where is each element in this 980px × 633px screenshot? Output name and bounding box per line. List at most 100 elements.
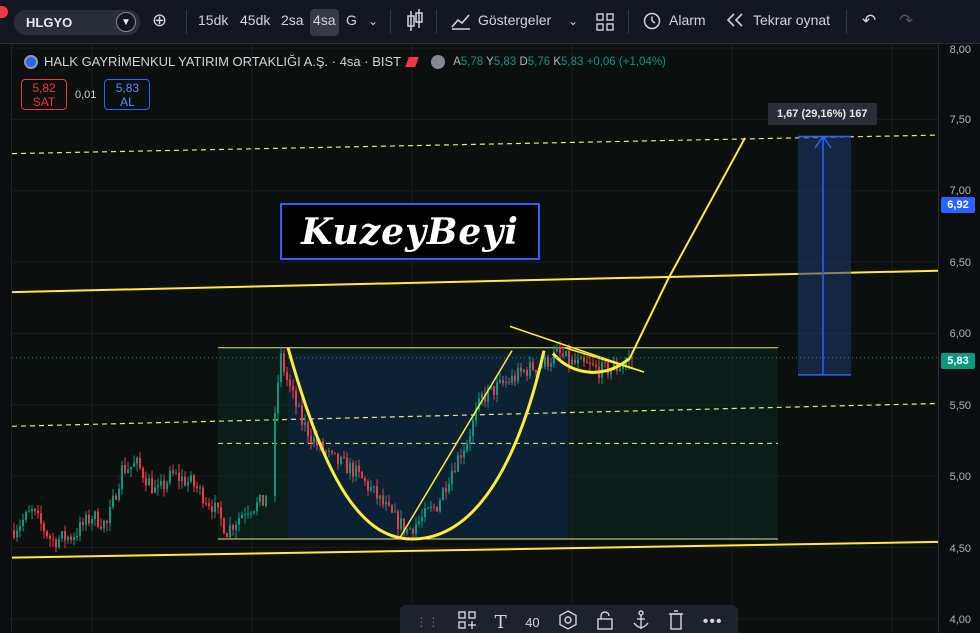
price-axis[interactable]: 8,00 7,50 7,00 6,50 6,00 5,50 5,00 4,50 …	[938, 44, 980, 633]
flag-icon[interactable]	[405, 56, 419, 67]
anchor-icon[interactable]	[632, 610, 650, 633]
replay-button[interactable]: Tekrar oynat	[753, 12, 830, 28]
candle-body	[394, 511, 396, 513]
candle-body	[535, 370, 537, 373]
channel-lower-line	[12, 540, 938, 559]
chart-canvas[interactable]	[12, 44, 938, 633]
candle-body	[157, 485, 159, 488]
candle-body	[442, 488, 444, 501]
interval-dropdown-icon[interactable]: ⌄	[368, 14, 378, 28]
settings-icon[interactable]	[558, 610, 578, 633]
buy-button[interactable]: 5,83 AL	[104, 79, 151, 110]
undo-icon[interactable]: ↶	[862, 11, 876, 31]
interval-15dk[interactable]: 15dk	[198, 12, 228, 28]
interval-g[interactable]: G	[346, 12, 357, 28]
drawings	[12, 134, 938, 559]
sell-button[interactable]: 5,82 SAT	[21, 79, 67, 110]
candle-body	[472, 420, 474, 437]
candle-body	[142, 467, 144, 479]
candle-body	[205, 503, 207, 505]
lock-icon[interactable]	[597, 610, 613, 633]
candle-body	[91, 519, 93, 524]
symbol-menu-icon[interactable]: ▼	[116, 12, 136, 32]
candle-body	[460, 455, 462, 458]
chart-area[interactable]	[12, 44, 938, 633]
candle-body	[127, 469, 129, 473]
candle-body	[25, 512, 27, 520]
chart-legend: HALK GAYRİMENKUL YATIRIM ORTAKLIĞI A.Ş. …	[24, 54, 666, 69]
candle-body	[526, 369, 528, 376]
candle-body	[295, 390, 297, 407]
candle-body	[169, 470, 171, 483]
candle-body	[382, 495, 384, 505]
candle-body	[604, 362, 606, 364]
candle-body	[400, 518, 402, 530]
price-tick: 7,00	[949, 185, 971, 197]
candle-body	[454, 470, 456, 472]
candle-body	[223, 518, 225, 534]
candle-body	[574, 359, 576, 364]
candle-body	[379, 495, 381, 499]
candle-body	[292, 386, 294, 391]
alarm-button[interactable]: Alarm	[669, 12, 706, 28]
add-symbol-icon[interactable]: ⊕	[152, 10, 167, 31]
candle-body	[172, 470, 174, 474]
candle-body	[70, 536, 72, 541]
shapes-icon[interactable]	[458, 611, 476, 633]
candle-body	[595, 364, 597, 367]
candle-body	[217, 502, 219, 508]
candle-body	[244, 514, 246, 516]
candle-body	[298, 405, 300, 407]
candle-body	[376, 486, 378, 499]
candle-body	[577, 359, 579, 364]
candle-body	[253, 511, 255, 513]
candle-body	[547, 356, 549, 367]
divider	[390, 10, 391, 34]
redo-icon[interactable]: ↷	[899, 11, 913, 31]
drag-handle-icon[interactable]: ⋮⋮	[415, 615, 439, 629]
indicators-button[interactable]: Göstergeler	[478, 12, 551, 28]
interval-4sa[interactable]: 4sa	[313, 12, 336, 28]
text-icon[interactable]: T	[495, 612, 507, 633]
candle-body	[352, 462, 354, 477]
candle-body	[277, 382, 279, 414]
candle-body	[28, 511, 30, 513]
candle-body	[355, 465, 357, 477]
divider	[186, 10, 187, 34]
candle-body	[412, 528, 414, 534]
candle-body	[106, 520, 108, 524]
candle-body	[445, 488, 447, 492]
price-tick: 7,50	[949, 114, 971, 126]
divider	[628, 10, 629, 34]
interval-2sa[interactable]: 2sa	[281, 12, 304, 28]
trash-icon[interactable]	[668, 610, 684, 633]
candle-body	[418, 521, 420, 525]
replay-icon[interactable]	[726, 13, 744, 30]
hide-legend-icon[interactable]	[431, 54, 446, 69]
alarm-icon[interactable]	[642, 11, 662, 34]
indicators-icon[interactable]	[451, 12, 471, 33]
candle-body	[145, 478, 147, 486]
candle-body	[310, 436, 312, 443]
price-tick: 8,00	[949, 44, 971, 56]
candle-body	[229, 525, 231, 538]
candle-body	[247, 513, 249, 515]
candle-body	[37, 510, 39, 514]
more-icon[interactable]: •••	[703, 613, 723, 631]
candlestick-type-icon[interactable]	[405, 8, 425, 37]
layouts-icon[interactable]	[596, 13, 614, 34]
buy-price: 5,83	[115, 80, 140, 95]
close-value: 5,83	[561, 55, 584, 68]
candle-body	[499, 379, 501, 383]
divider	[436, 10, 437, 34]
line-width-value[interactable]: 40	[525, 615, 539, 630]
price-tick: 4,00	[949, 614, 971, 626]
interval-45dk[interactable]: 45dk	[240, 12, 270, 28]
candle-body	[496, 382, 498, 395]
current-price-badge: 5,83	[941, 353, 975, 369]
candle-body	[211, 506, 213, 513]
candle-body	[520, 367, 522, 372]
symbol-search[interactable]: HLGYO ▼	[14, 10, 140, 35]
candle-body	[406, 529, 408, 533]
indicators-dropdown-icon[interactable]: ⌄	[568, 14, 578, 28]
